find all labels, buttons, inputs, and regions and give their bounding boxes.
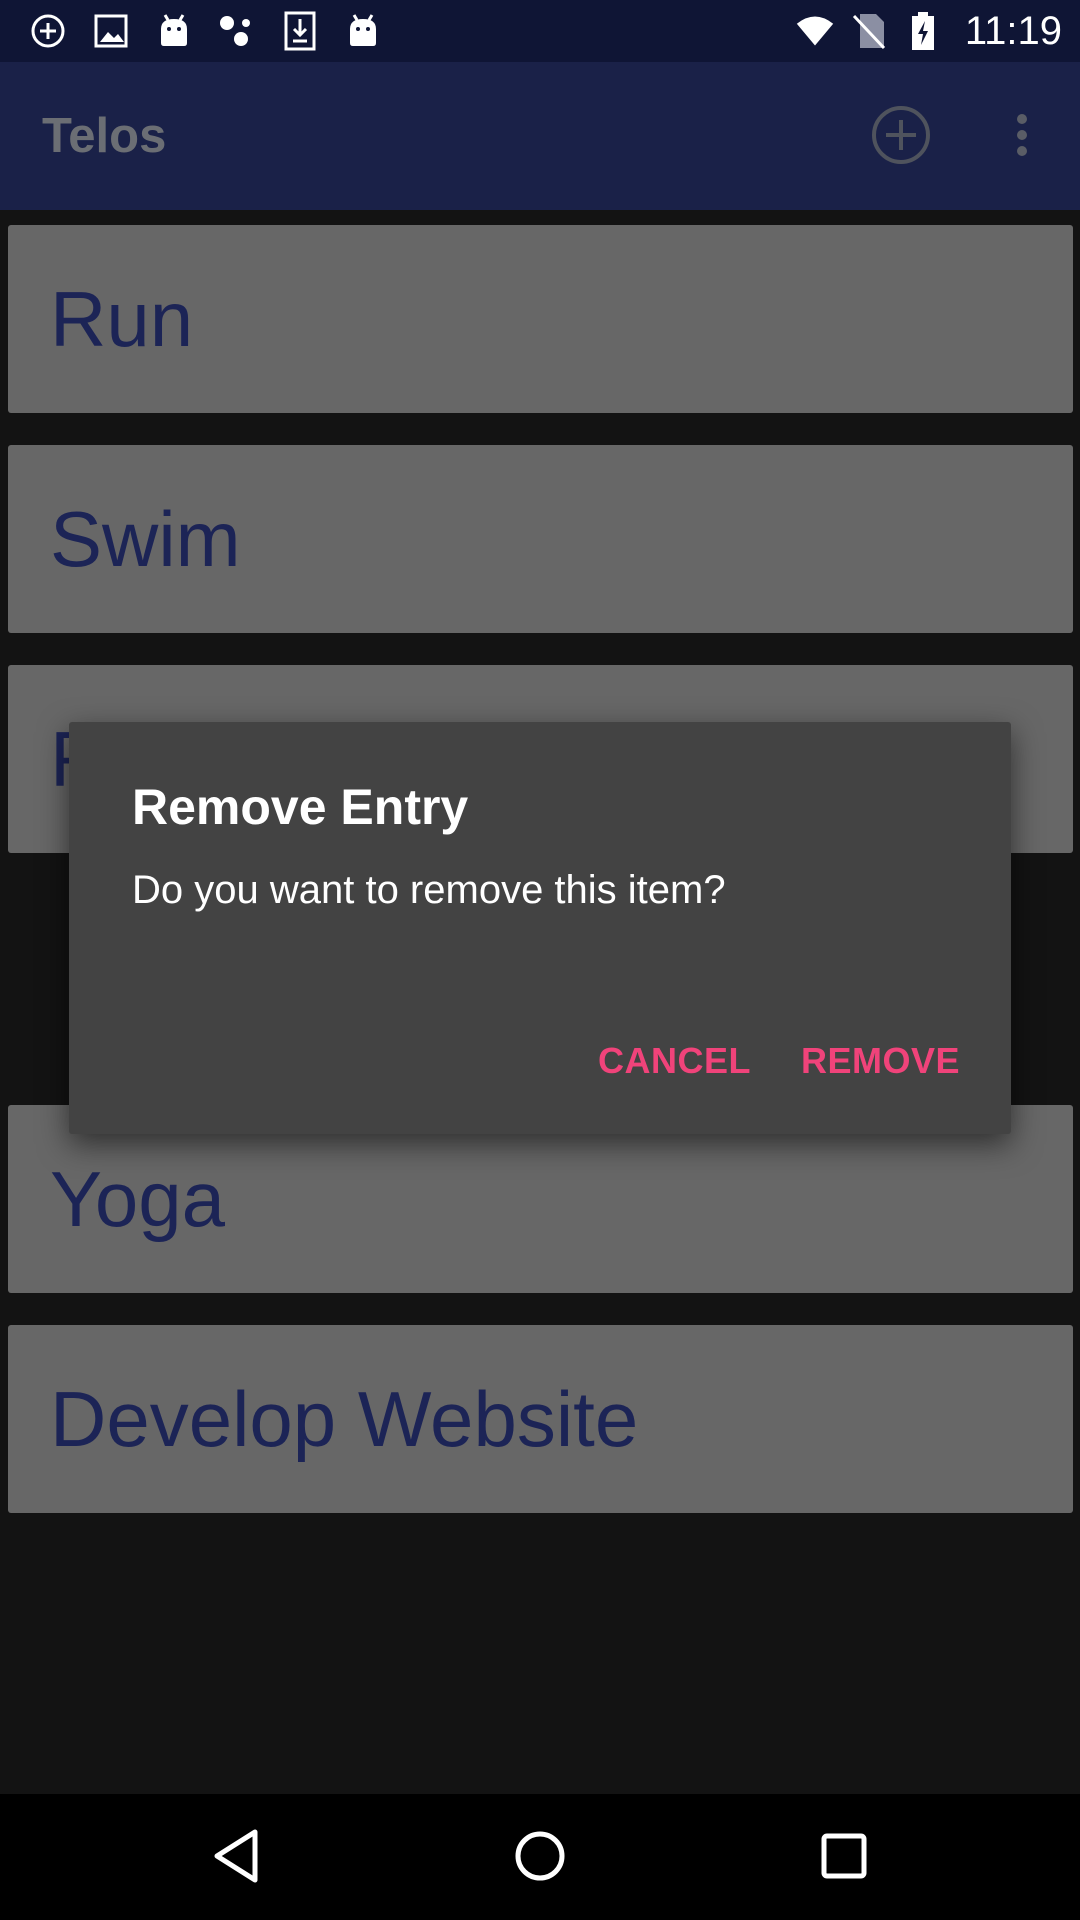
list-item-label: Yoga [50,1154,226,1243]
cancel-button[interactable]: CANCEL [598,1040,751,1082]
list-item[interactable]: Swim [8,445,1073,633]
status-bar: 11:19 [0,0,1080,62]
list-item-label: Swim [50,494,241,583]
add-entry-button[interactable] [870,105,932,170]
image-icon [91,11,131,51]
wifi-icon [795,11,835,51]
list-item[interactable]: Develop Website [8,1325,1073,1513]
overflow-menu-button[interactable] [996,106,1048,168]
navigation-bar [0,1794,1080,1920]
remove-entry-dialog: Remove Entry Do you want to remove this … [69,722,1011,1134]
download-icon [280,11,320,51]
app-bar: Telos [0,62,1080,210]
battery-charging-icon [903,11,943,51]
home-button[interactable] [502,1820,578,1896]
dialog-message: Do you want to remove this item? [132,868,726,912]
back-icon [211,1828,261,1889]
add-circle-icon [28,11,68,51]
assistant-icon [217,11,257,51]
recents-button[interactable] [806,1820,882,1896]
list-item[interactable]: Run [8,225,1073,413]
recents-icon [821,1833,867,1884]
back-button[interactable] [198,1820,274,1896]
dialog-title: Remove Entry [132,779,469,835]
android-icon [154,11,194,51]
status-bar-system: 11:19 [795,9,1062,54]
list-item-label: Run [50,274,194,363]
home-icon [514,1830,566,1887]
page-title: Telos [42,109,167,163]
list-item-label: Develop Website [50,1374,639,1463]
add-circle-icon [871,105,931,170]
no-sim-icon [849,11,889,51]
remove-button[interactable]: REMOVE [801,1040,960,1082]
status-bar-notifications [28,11,406,51]
android-icon [343,11,383,51]
more-vert-icon [1015,113,1029,162]
status-time: 11:19 [964,8,1062,53]
